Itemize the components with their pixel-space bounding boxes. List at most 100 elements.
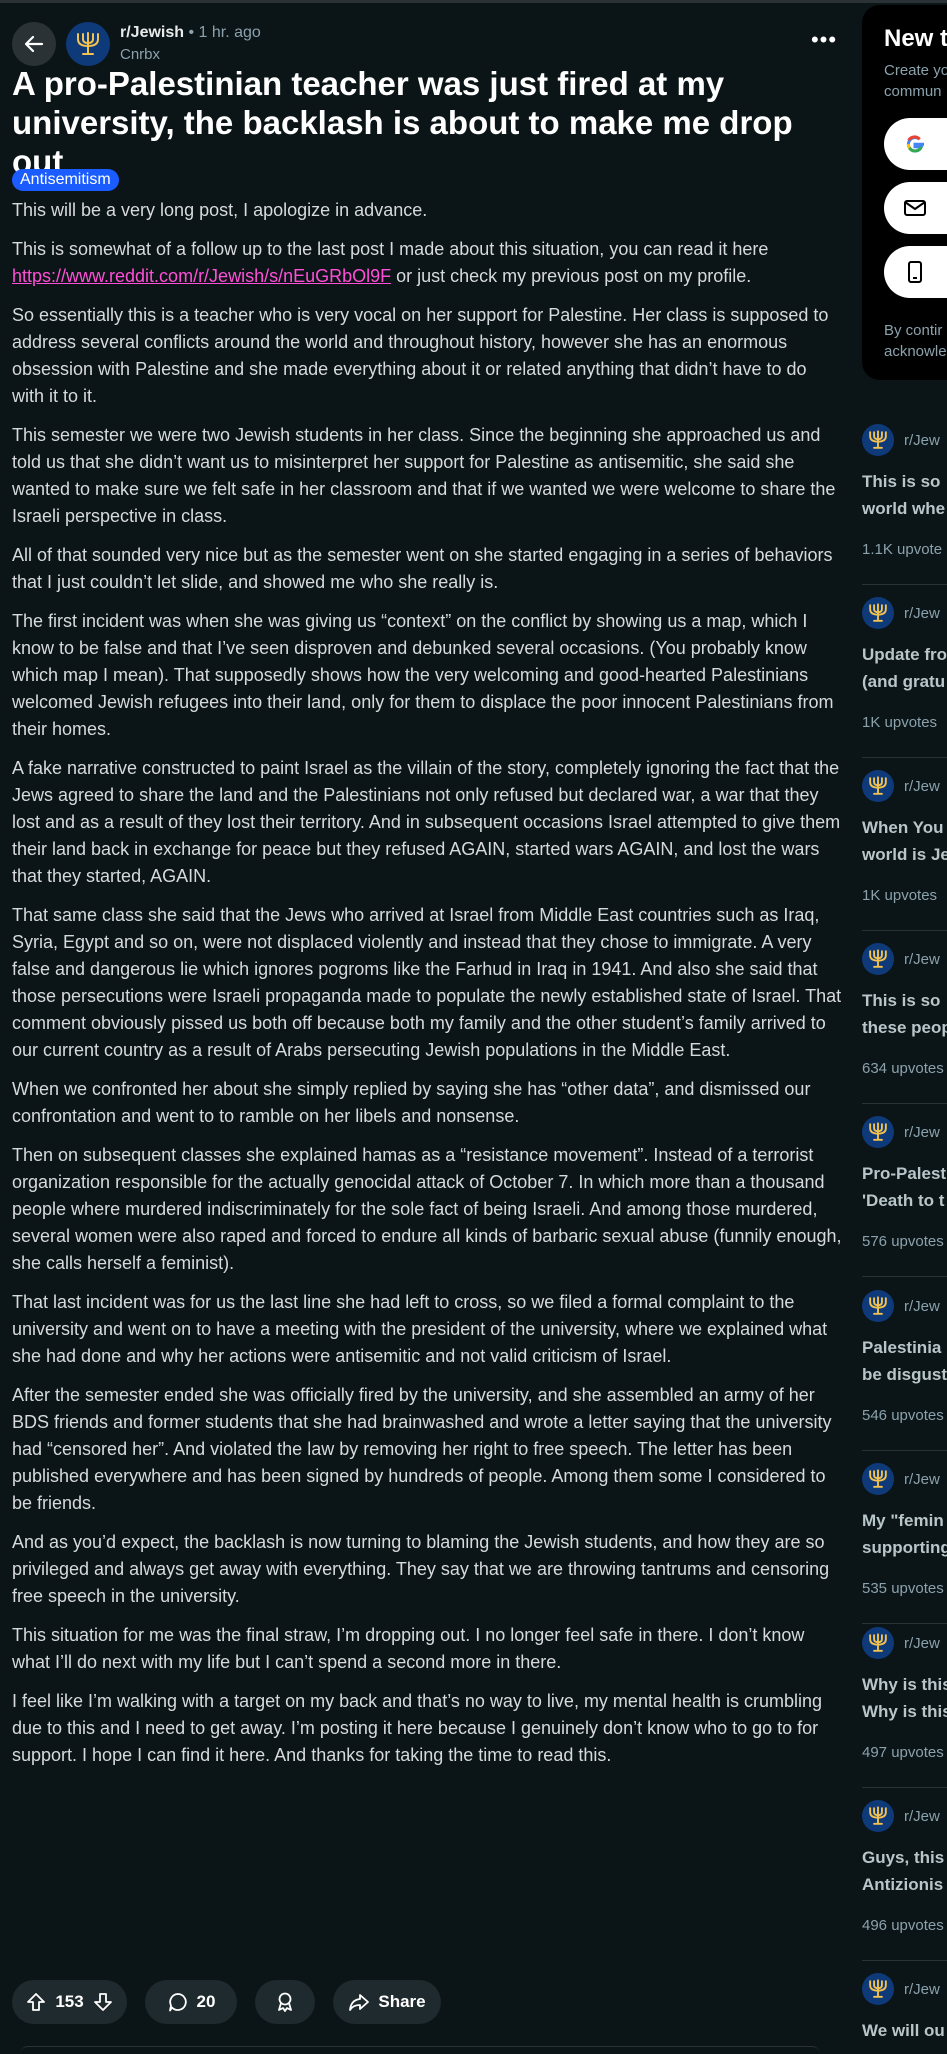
more-options-button[interactable]: ••• xyxy=(810,29,838,58)
menorah-icon xyxy=(869,1806,887,1825)
related-title-line: world is Je xyxy=(862,845,947,864)
related-upvotes: 546 upvotes xyxy=(862,1407,944,1424)
related-title: Palestinia be disgust xyxy=(862,1334,947,1388)
related-post-header: r/Jew xyxy=(862,1973,940,2005)
related-upvotes: 634 upvotes xyxy=(862,1060,944,1077)
related-title-line: Guys, this xyxy=(862,1848,945,1867)
related-subreddit: r/Jew xyxy=(904,1980,940,1998)
divider xyxy=(862,1623,947,1624)
body-paragraph: After the semester ended she was officia… xyxy=(12,1385,832,1513)
related-title-line: Why is this xyxy=(862,1675,947,1694)
signup-description: Create yo commun xyxy=(884,60,947,102)
related-post-header: r/Jew xyxy=(862,943,940,975)
body-paragraph: The first incident was when she was givi… xyxy=(12,611,834,739)
phone-signup-button[interactable] xyxy=(884,246,947,298)
related-subreddit: r/Jew xyxy=(904,1297,940,1315)
related-post-header: r/Jew xyxy=(862,1627,940,1659)
back-arrow-icon xyxy=(24,35,44,53)
related-subreddit: r/Jew xyxy=(904,777,940,795)
body-paragraph: A fake narrative constructed to paint Is… xyxy=(12,758,841,886)
related-subreddit: r/Jew xyxy=(904,431,940,449)
related-title-line: (and gratu xyxy=(862,672,946,691)
post-flair[interactable]: Antisemitism xyxy=(12,169,119,191)
body-text: or just check my previous post on my pro… xyxy=(396,266,752,286)
divider xyxy=(862,1103,947,1104)
related-subreddit-icon xyxy=(862,1800,894,1832)
back-button[interactable] xyxy=(12,22,56,66)
related-subreddit-icon xyxy=(862,770,894,802)
related-title: This is so these peop xyxy=(862,987,947,1041)
related-subreddit-icon xyxy=(862,597,894,629)
mail-icon xyxy=(904,200,926,216)
post-author[interactable]: Cnrbx xyxy=(120,44,261,66)
related-subreddit: r/Jew xyxy=(904,950,940,968)
body-paragraph: That same class she said that the Jews w… xyxy=(12,905,842,1060)
related-title-line: This is so xyxy=(862,991,941,1010)
award-button[interactable] xyxy=(255,1980,315,2024)
signup-desc-line: commun xyxy=(884,83,942,100)
signup-legal-text: By contir acknowle xyxy=(884,320,947,362)
share-button[interactable]: Share xyxy=(333,1980,441,2024)
post-title: A pro-Palestinian teacher was just fired… xyxy=(12,65,793,180)
signup-fine-line: acknowle xyxy=(884,343,947,360)
vote-control: 153 xyxy=(12,1980,127,2024)
body-paragraph: When we confronted her about she simply … xyxy=(12,1079,811,1126)
related-title-line: Antizionis xyxy=(862,1875,944,1894)
related-upvotes: 1K upvotes xyxy=(862,887,938,904)
related-subreddit: r/Jew xyxy=(904,1123,940,1141)
signup-desc-line: Create yo xyxy=(884,62,947,79)
previous-post-link[interactable]: https://www.reddit.com/r/Jewish/s/nEuGRb… xyxy=(12,266,391,286)
related-post-header: r/Jew xyxy=(862,1290,940,1322)
divider xyxy=(862,1276,947,1277)
related-upvotes: 1.1K upvote xyxy=(862,541,943,558)
top-border xyxy=(0,0,947,3)
downvote-icon[interactable] xyxy=(93,1992,113,2012)
subreddit-name[interactable]: r/Jewish xyxy=(120,24,184,41)
related-subreddit-icon xyxy=(862,1463,894,1495)
subreddit-avatar[interactable] xyxy=(66,22,110,66)
menorah-icon xyxy=(869,1296,887,1315)
body-paragraph: Then on subsequent classes she explained… xyxy=(12,1145,842,1273)
menorah-icon xyxy=(869,1979,887,1998)
related-upvotes: 496 upvotes xyxy=(862,1917,944,1934)
body-paragraph: And as you’d expect, the backlash is now… xyxy=(12,1532,830,1606)
related-title: Update fro (and gratu xyxy=(862,641,947,695)
related-subreddit-icon xyxy=(862,424,894,456)
related-title-line: We will ou xyxy=(862,2021,945,2040)
related-post-header: r/Jew xyxy=(862,597,940,629)
body-paragraph: This will be a very long post, I apologi… xyxy=(12,200,428,220)
award-icon xyxy=(278,1992,292,2012)
related-title-line: This is so xyxy=(862,472,941,491)
related-title-line: be disgust xyxy=(862,1365,947,1384)
google-signup-button[interactable] xyxy=(884,118,947,170)
body-paragraph: This semester we were two Jewish student… xyxy=(12,425,836,526)
related-title-line: world whe xyxy=(862,499,946,518)
share-label: Share xyxy=(378,1992,426,2011)
related-post-header: r/Jew xyxy=(862,1463,940,1495)
related-title-line: My "femin xyxy=(862,1511,944,1530)
related-title-line: these peop xyxy=(862,1018,947,1037)
related-upvotes: 576 upvotes xyxy=(862,1233,944,1250)
related-subreddit-icon xyxy=(862,1627,894,1659)
body-paragraph: That last incident was for us the last l… xyxy=(12,1292,828,1366)
email-signup-button[interactable] xyxy=(884,182,947,234)
related-title-line: supporting xyxy=(862,1538,947,1557)
signup-card: New t Create yo commun By contir acknowl… xyxy=(862,5,947,380)
related-title: Pro-Palest 'Death to t xyxy=(862,1160,946,1214)
related-post-header: r/Jew xyxy=(862,424,940,456)
related-subreddit: r/Jew xyxy=(904,1807,940,1825)
divider xyxy=(862,930,947,931)
upvote-icon[interactable] xyxy=(26,1992,46,2012)
divider xyxy=(862,757,947,758)
menorah-icon xyxy=(869,1633,887,1652)
related-title-line: Update fro xyxy=(862,645,947,664)
divider xyxy=(862,1960,947,1961)
google-icon xyxy=(906,135,924,153)
menorah-icon xyxy=(869,430,887,449)
related-title: This is so world whe xyxy=(862,468,945,522)
menorah-icon xyxy=(869,1469,887,1488)
comments-button[interactable]: 20 xyxy=(145,1980,237,2024)
menorah-icon xyxy=(869,949,887,968)
post-body: This will be a very long post, I apologi… xyxy=(12,197,842,1781)
related-subreddit: r/Jew xyxy=(904,1634,940,1652)
